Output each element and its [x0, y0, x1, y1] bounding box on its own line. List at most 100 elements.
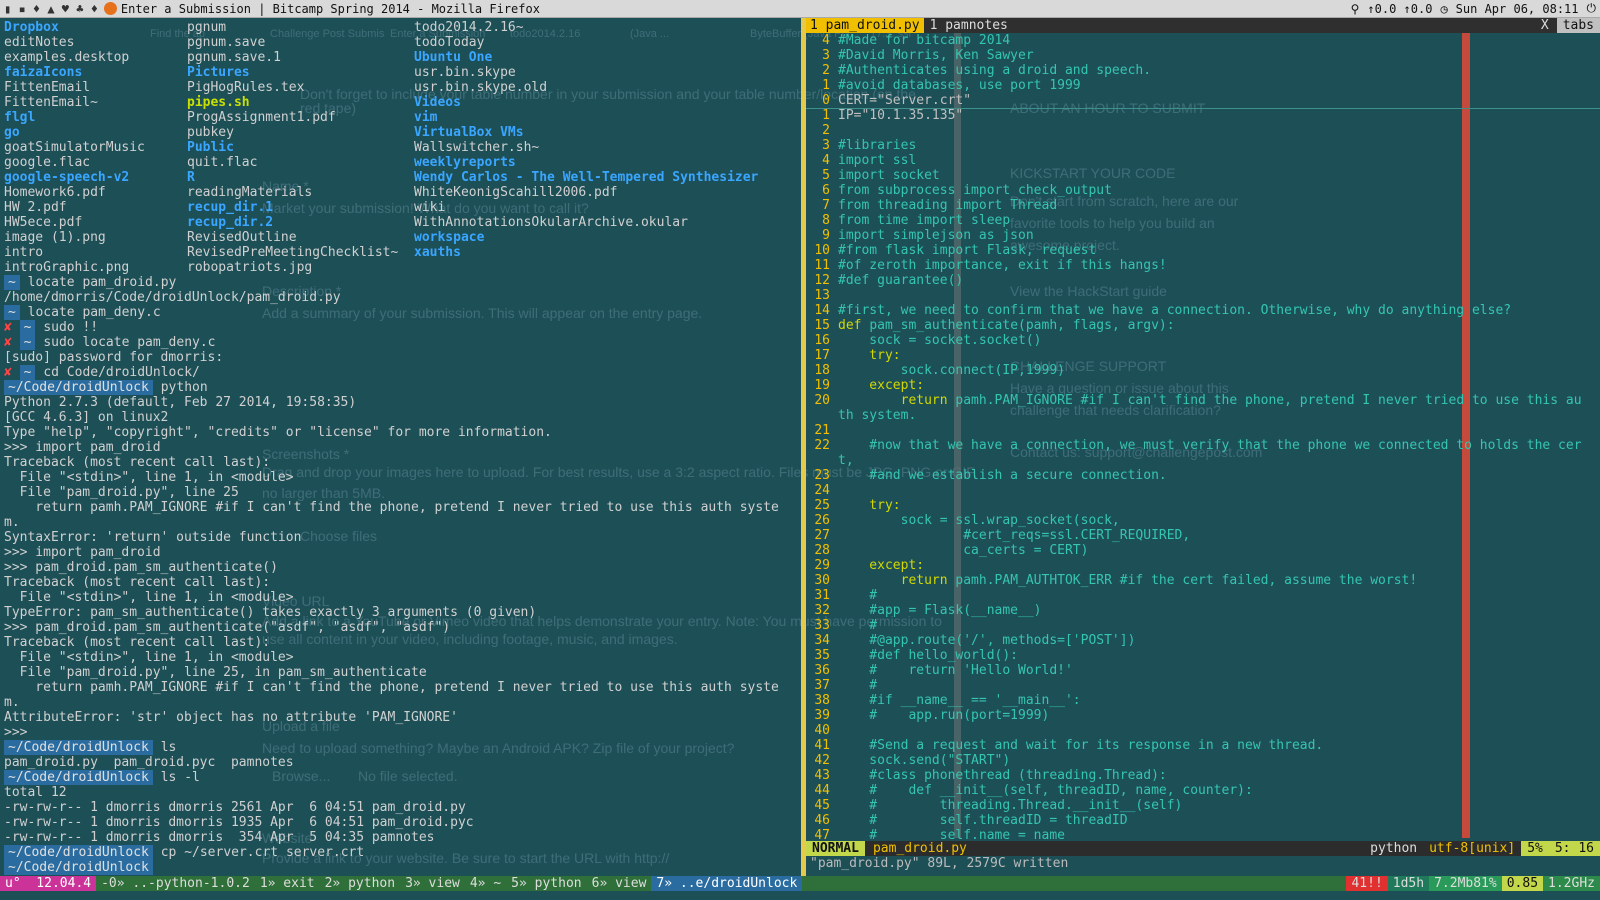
prompt-path: ~ — [4, 275, 20, 290]
prompt-arrow-icon — [20, 275, 28, 290]
tmux-window[interactable]: 5» python — [506, 876, 586, 891]
ls-entry[interactable]: Ubuntu One — [414, 50, 758, 65]
terminal-line: File "pam_droid.py", line 25 — [4, 485, 239, 500]
ls-entry[interactable]: Videos — [414, 95, 758, 110]
ls-entry[interactable]: WhiteKeonigScahill2006.pdf — [414, 185, 758, 200]
tmux-window[interactable]: -0» ..-python-1.0.2 — [96, 876, 255, 891]
ls-entry[interactable]: wiki — [414, 200, 758, 215]
code-line: 46 # self.threadID = threadID — [806, 813, 1600, 828]
code-token: # — [838, 588, 878, 603]
ls-entry[interactable]: todo2014.2.16~ — [414, 20, 758, 35]
ls-entry[interactable]: google.flac — [4, 155, 145, 170]
ls-entry[interactable]: ProgAssignment1.pdf — [187, 110, 398, 125]
ls-entry[interactable]: goatSimulatorMusic — [4, 140, 145, 155]
line-number: 41 — [814, 738, 830, 753]
ls-entry[interactable]: weeklyreports — [414, 155, 758, 170]
terminal-output: TypeError: pam_sm_authenticate() takes e… — [4, 605, 537, 620]
workspace-icons[interactable]: ▮ ▪ ♦ ▲ ♥ ♣ ♦ — [4, 2, 98, 16]
code-line: 4 import ssl — [806, 153, 1600, 168]
ls-entry[interactable]: Wallswitcher.sh~ — [414, 140, 758, 155]
error-icon: ✘ — [4, 365, 20, 380]
ls-entry[interactable]: recup_dir.2 — [187, 215, 398, 230]
ls-entry[interactable]: go — [4, 125, 145, 140]
ls-entry[interactable]: workspace — [414, 230, 758, 245]
code-token: #if __name__ == '__main__': — [838, 693, 1081, 708]
code-token: import simplejson as json — [838, 228, 1034, 243]
ls-entry[interactable]: robopatriots.jpg — [187, 260, 398, 275]
ls-entry[interactable]: pgnum.save — [187, 35, 398, 50]
code-line: 1 IP="10.1.35.135" — [806, 108, 1600, 123]
line-number: 2 — [822, 123, 830, 138]
line-number: 30 — [814, 573, 830, 588]
tmux-stat: 1.2GHz — [1543, 876, 1600, 891]
line-number: 19 — [814, 378, 830, 393]
ls-entry[interactable]: HW 2.pdf — [4, 200, 145, 215]
firefox-icon — [103, 2, 117, 15]
ls-entry[interactable]: readingMaterials — [187, 185, 398, 200]
code-line: 3 #libraries — [806, 138, 1600, 153]
ls-entry[interactable]: image (1).png — [4, 230, 145, 245]
ls-entry[interactable]: Pictures — [187, 65, 398, 80]
ls-entry[interactable]: RevisedPreMeetingChecklist~ — [187, 245, 398, 260]
tmux-window[interactable]: 6» view — [587, 876, 652, 891]
tmux-window[interactable]: 3» view — [400, 876, 465, 891]
tmux-window[interactable]: 1» exit — [255, 876, 320, 891]
ls-entry[interactable]: usr.bin.skype.old — [414, 80, 758, 95]
ls-entry[interactable]: examples.desktop — [4, 50, 145, 65]
code-token: t, — [838, 453, 854, 468]
code-token: #of zeroth importance, exit if this hang… — [838, 258, 1167, 273]
power-icon[interactable]: ⏻ — [1587, 1, 1597, 16]
ls-entry[interactable]: pgnum — [187, 20, 398, 35]
code-line: 27 #cert_reqs=ssl.CERT_REQUIRED, — [806, 528, 1600, 543]
ls-entry[interactable]: recup_dir.1 — [187, 200, 398, 215]
vim-editor[interactable]: 1 pam_droid.py 1 pamnotes X tabs 4 #Made … — [806, 18, 1600, 876]
ls-entry[interactable]: Dropbox — [4, 20, 145, 35]
tmux-current-window[interactable]: 7» ..e/droidUnlock — [651, 876, 803, 891]
ls-entry[interactable]: xauths — [414, 245, 758, 260]
status-position: 5: 16 — [1548, 841, 1600, 856]
ls-entry[interactable]: quit.flac — [187, 155, 398, 170]
code-token: #Authenticates using a droid and speech. — [838, 63, 1152, 78]
terminal-command: cp ~/server.crt server.crt — [160, 845, 365, 860]
code-line: 18 sock.connect(IP,1999) — [806, 363, 1600, 378]
ls-entry[interactable]: vim — [414, 110, 758, 125]
code-buffer[interactable]: 4 #Made for bitcamp 2014 3 #David Morris, K… — [806, 33, 1600, 843]
tab-pamnotes[interactable]: 1 pamnotes — [924, 18, 1014, 33]
line-number: 0 — [822, 93, 830, 108]
ls-entry[interactable]: introGraphic.png — [4, 260, 145, 275]
desktop: Find the ap Challenge Post Submis Enter a … — [0, 18, 1600, 876]
ls-entry[interactable]: pipes.sh — [187, 95, 398, 110]
tmux-window[interactable]: 4» ~ — [465, 876, 506, 891]
close-tab-button[interactable]: X — [1533, 18, 1557, 33]
ls-entry[interactable]: editNotes — [4, 35, 145, 50]
ls-entry[interactable]: RevisedOutline — [187, 230, 398, 245]
line-number: 17 — [814, 348, 830, 363]
ls-entry[interactable]: intro — [4, 245, 145, 260]
code-token: pamh.PAM_AUTHTOK_ERR — [955, 573, 1120, 588]
ls-entry[interactable]: HW5ece.pdf — [4, 215, 145, 230]
ls-entry[interactable]: WithAnnotationsOkularArchive.okular — [414, 215, 758, 230]
tmux-window[interactable]: 2» python — [320, 876, 400, 891]
ls-entry[interactable]: PigHogRules.tex — [187, 80, 398, 95]
line-number: 34 — [814, 633, 830, 648]
ls-entry[interactable]: FittenEmail~ — [4, 95, 145, 110]
ls-entry[interactable]: usr.bin.skype — [414, 65, 758, 80]
terminal-left[interactable]: Dropbox editNotes examples.desktop faizaIco… — [0, 18, 801, 876]
ls-entry[interactable]: Wendy Carlos - The Well-Tempered Synthes… — [414, 170, 758, 185]
ls-entry[interactable]: pgnum.save.1 — [187, 50, 398, 65]
code-token: import ssl — [838, 153, 917, 168]
code-token: #Send a request and wait for its respons… — [838, 738, 1324, 753]
ls-entry[interactable]: R — [187, 170, 398, 185]
ls-entry[interactable]: FittenEmail — [4, 80, 145, 95]
tab-pam-droid[interactable]: 1 pam_droid.py — [806, 18, 924, 33]
ls-entry[interactable]: flgl — [4, 110, 145, 125]
ls-entry[interactable]: todoToday — [414, 35, 758, 50]
ls-entry[interactable]: faizaIcons — [4, 65, 145, 80]
ls-entry[interactable]: VirtualBox VMs — [414, 125, 758, 140]
terminal-line: >>> pam_droid.pam_sm_authenticate("asdf"… — [4, 620, 450, 635]
ls-entry[interactable]: Public — [187, 140, 398, 155]
ls-entry[interactable]: google-speech-v2 — [4, 170, 145, 185]
ls-entry[interactable]: Homework6.pdf — [4, 185, 145, 200]
tmux-session[interactable]: u° 12.04.4 — [0, 876, 97, 891]
ls-entry[interactable]: pubkey — [187, 125, 398, 140]
